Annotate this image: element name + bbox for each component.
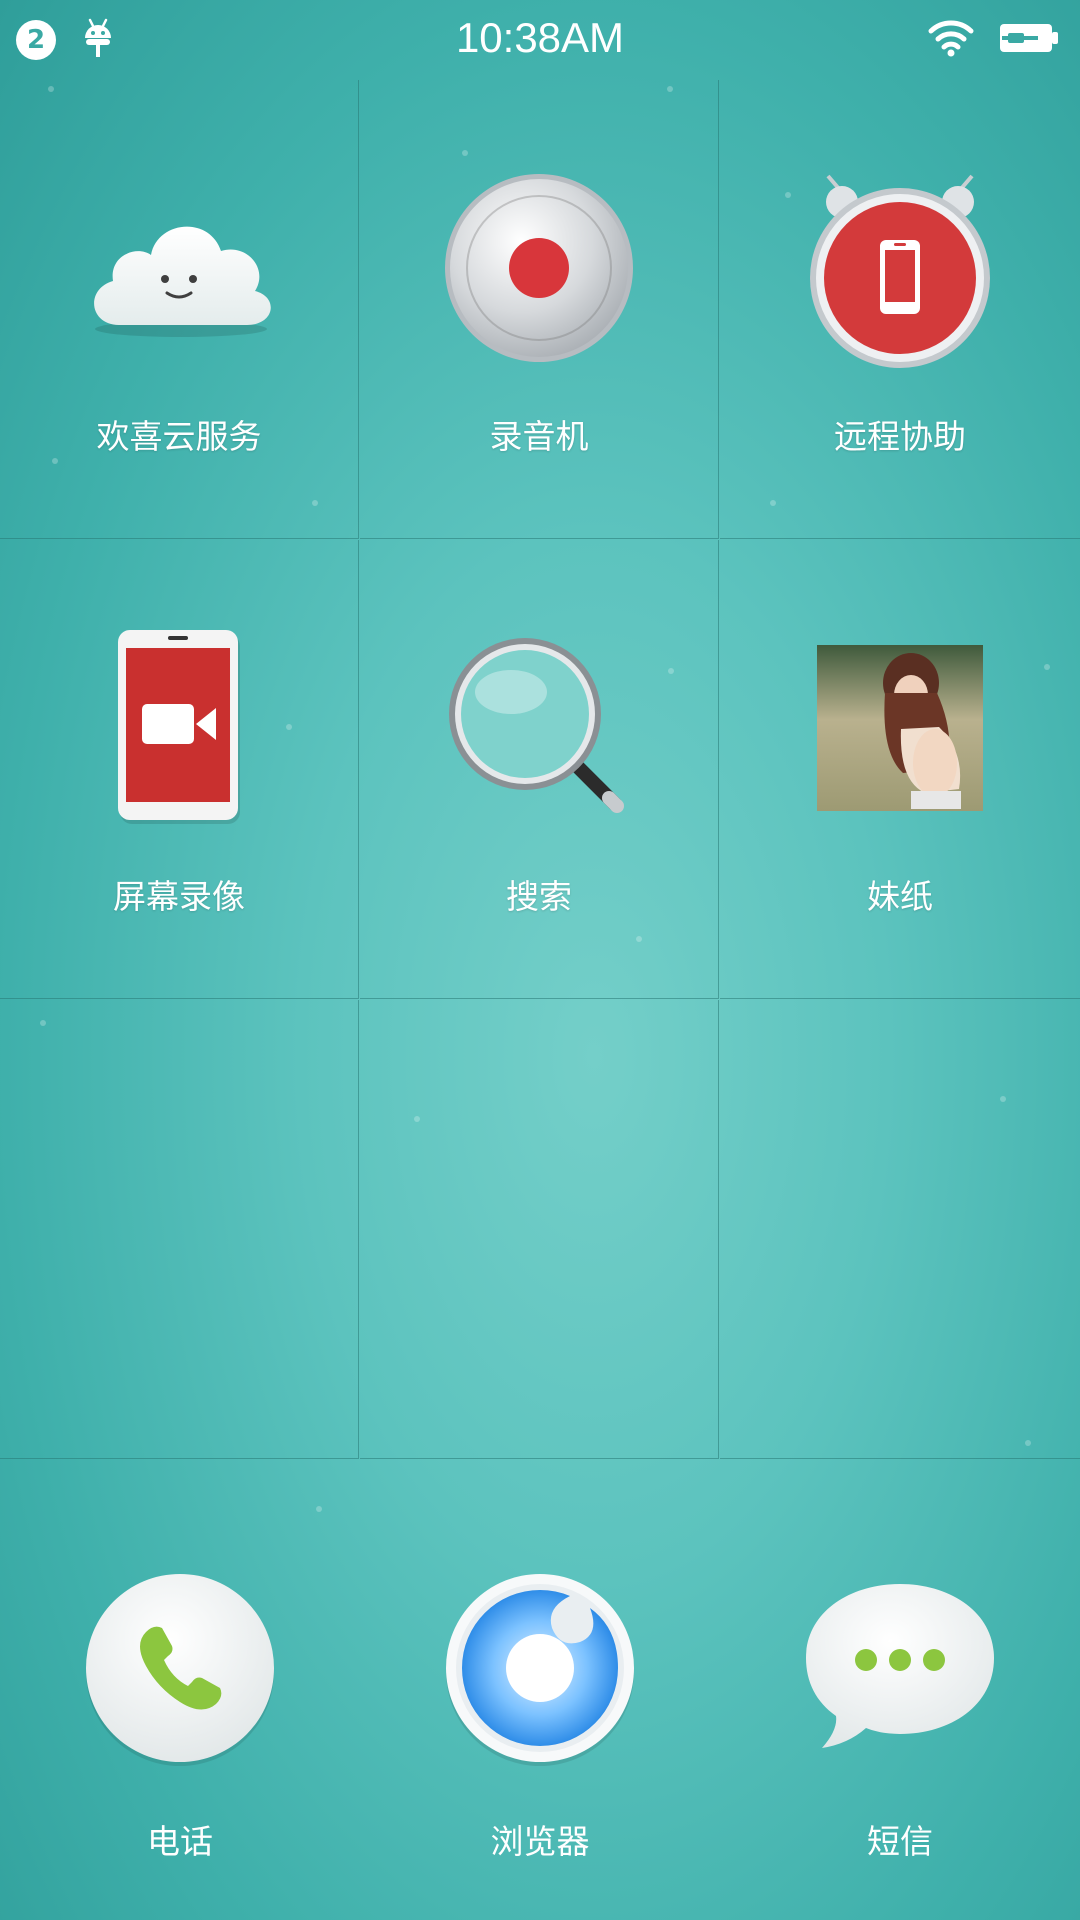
magnifier-icon <box>439 628 639 832</box>
app-meizhi[interactable]: 妹纸 <box>720 540 1080 999</box>
photo-thumbnail <box>815 643 985 817</box>
sms-icon <box>800 1568 1000 1772</box>
empty-grid-cell[interactable] <box>0 1000 359 1459</box>
screen-record-icon <box>114 628 244 832</box>
app-label: 搜索 <box>506 877 572 916</box>
app-search[interactable]: 搜索 <box>360 540 719 999</box>
status-bar: 2 10:38AM <box>0 0 1080 80</box>
app-cloud-service[interactable]: 欢喜云服务 <box>0 80 359 539</box>
app-remote-assist[interactable]: 远程协助 <box>720 80 1080 539</box>
app-grid: 欢喜云服务 录音机 远程协助 屏幕录像 搜索 妹纸 <box>0 80 1080 1460</box>
browser-icon <box>440 1568 640 1772</box>
app-label: 妹纸 <box>867 877 933 916</box>
dock-label: 浏览器 <box>490 1822 590 1861</box>
app-label: 远程协助 <box>834 417 966 456</box>
remote-assist-icon <box>800 168 1000 372</box>
app-recorder[interactable]: 录音机 <box>360 80 719 539</box>
app-screen-record[interactable]: 屏幕录像 <box>0 540 359 999</box>
dock-label: 电话 <box>147 1822 213 1861</box>
battery-charging-icon <box>998 20 1060 60</box>
empty-grid-cell[interactable] <box>720 1000 1080 1459</box>
wifi-icon <box>928 18 974 62</box>
empty-grid-cell[interactable] <box>360 1000 719 1459</box>
dock: 电话 浏览器 短信 <box>0 1460 1080 1920</box>
app-label: 欢喜云服务 <box>96 417 262 456</box>
dock-sms[interactable]: 短信 <box>720 1460 1080 1920</box>
app-label: 屏幕录像 <box>113 877 245 916</box>
status-time: 10:38AM <box>455 14 625 61</box>
app-label: 录音机 <box>489 417 589 456</box>
dock-browser[interactable]: 浏览器 <box>360 1460 720 1920</box>
dock-label: 短信 <box>867 1822 933 1861</box>
recorder-icon <box>439 168 639 372</box>
dock-phone[interactable]: 电话 <box>0 1460 360 1920</box>
phone-icon <box>80 1568 280 1772</box>
cloud-icon <box>79 193 279 347</box>
